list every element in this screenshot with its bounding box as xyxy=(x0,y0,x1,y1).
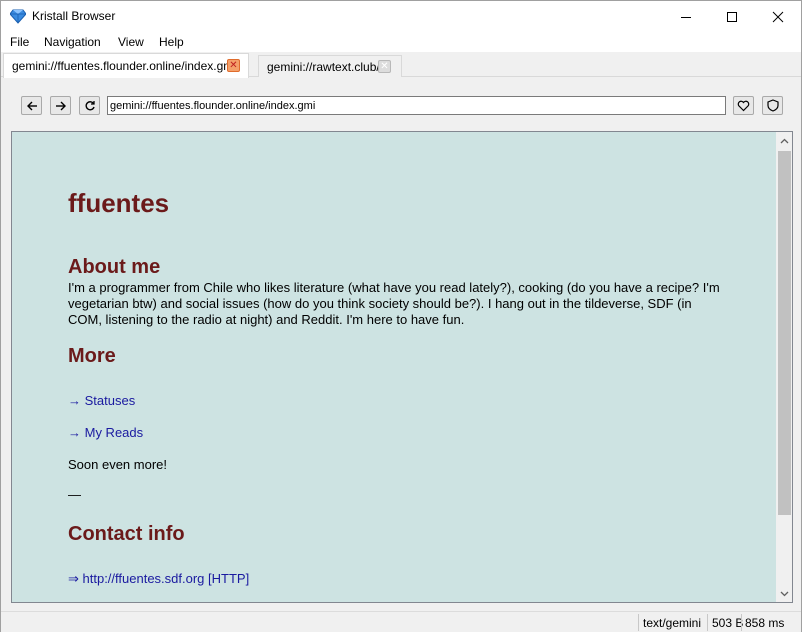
minimize-button[interactable] xyxy=(663,1,709,32)
maximize-button[interactable] xyxy=(709,1,755,32)
tab-label: gemini://ffuentes.flounder.online/index.… xyxy=(12,59,236,73)
browser-window: Kristall Browser File Navigation View He… xyxy=(0,0,802,632)
soon-text: Soon even more! xyxy=(68,457,168,472)
tab-bar: gemini://ffuentes.flounder.online/index.… xyxy=(1,53,801,78)
tab-rawtext[interactable]: gemini://rawtext.club/ ✕ xyxy=(258,55,402,77)
url-input[interactable] xyxy=(107,96,726,115)
heart-icon xyxy=(737,100,750,111)
vertical-scrollbar[interactable] xyxy=(776,132,792,602)
heading-more: More xyxy=(68,345,116,367)
chevron-up-icon xyxy=(780,138,789,143)
title-bar: Kristall Browser xyxy=(1,1,801,32)
link-my-reads[interactable]: → My Reads xyxy=(68,425,143,440)
back-button[interactable] xyxy=(21,96,42,115)
status-divider xyxy=(741,614,742,631)
maximize-icon xyxy=(727,11,737,22)
window-title: Kristall Browser xyxy=(32,9,116,23)
page-title: ffuentes xyxy=(68,188,170,218)
shield-icon xyxy=(766,99,779,112)
arrow-left-icon xyxy=(26,101,37,110)
link-statuses[interactable]: → Statuses xyxy=(68,393,135,408)
forward-button[interactable] xyxy=(50,96,71,115)
tab-close-icon[interactable]: ✕ xyxy=(378,60,391,73)
tab-close-icon[interactable]: ✕ xyxy=(227,59,240,72)
status-divider xyxy=(707,614,708,631)
diamond-app-icon xyxy=(10,9,26,24)
menu-file[interactable]: File xyxy=(10,35,29,49)
scroll-down-button[interactable] xyxy=(776,585,792,602)
document-view: ffuentes About me I'm a programmer from … xyxy=(11,131,793,603)
status-time: 858 ms xyxy=(745,616,785,630)
about-paragraph: I'm a programmer from Chile who likes li… xyxy=(68,280,720,327)
scroll-up-button[interactable] xyxy=(776,132,792,149)
menu-help[interactable]: Help xyxy=(159,35,184,49)
scrollbar-thumb[interactable] xyxy=(778,151,791,515)
heading-about: About me xyxy=(68,256,161,278)
chevron-down-icon xyxy=(780,591,789,596)
heading-contact: Contact info xyxy=(68,523,185,545)
favorite-button[interactable] xyxy=(733,96,754,115)
status-mime: text/gemini xyxy=(643,616,702,630)
menu-bar: File Navigation View Help xyxy=(1,32,801,52)
security-button[interactable] xyxy=(762,96,783,115)
reload-button[interactable] xyxy=(79,96,100,115)
status-bar: text/gemini 503 B 858 ms xyxy=(1,611,801,632)
link-contact-http[interactable]: ⇒ http://ffuentes.sdf.org [HTTP] xyxy=(68,571,249,587)
minimize-icon xyxy=(681,16,691,18)
status-size: 503 B xyxy=(712,616,744,630)
close-icon xyxy=(772,11,784,22)
navigation-toolbar xyxy=(1,78,801,130)
status-divider xyxy=(638,614,639,631)
arrow-right-icon xyxy=(55,101,66,110)
reload-icon xyxy=(85,100,95,110)
close-window-button[interactable] xyxy=(755,1,801,32)
tab-label: gemini://rawtext.club/ xyxy=(267,60,380,74)
menu-view[interactable]: View xyxy=(118,35,144,49)
menu-navigation[interactable]: Navigation xyxy=(44,35,101,49)
separator: — xyxy=(68,487,81,502)
tab-ffuentes[interactable]: gemini://ffuentes.flounder.online/index.… xyxy=(3,53,249,78)
